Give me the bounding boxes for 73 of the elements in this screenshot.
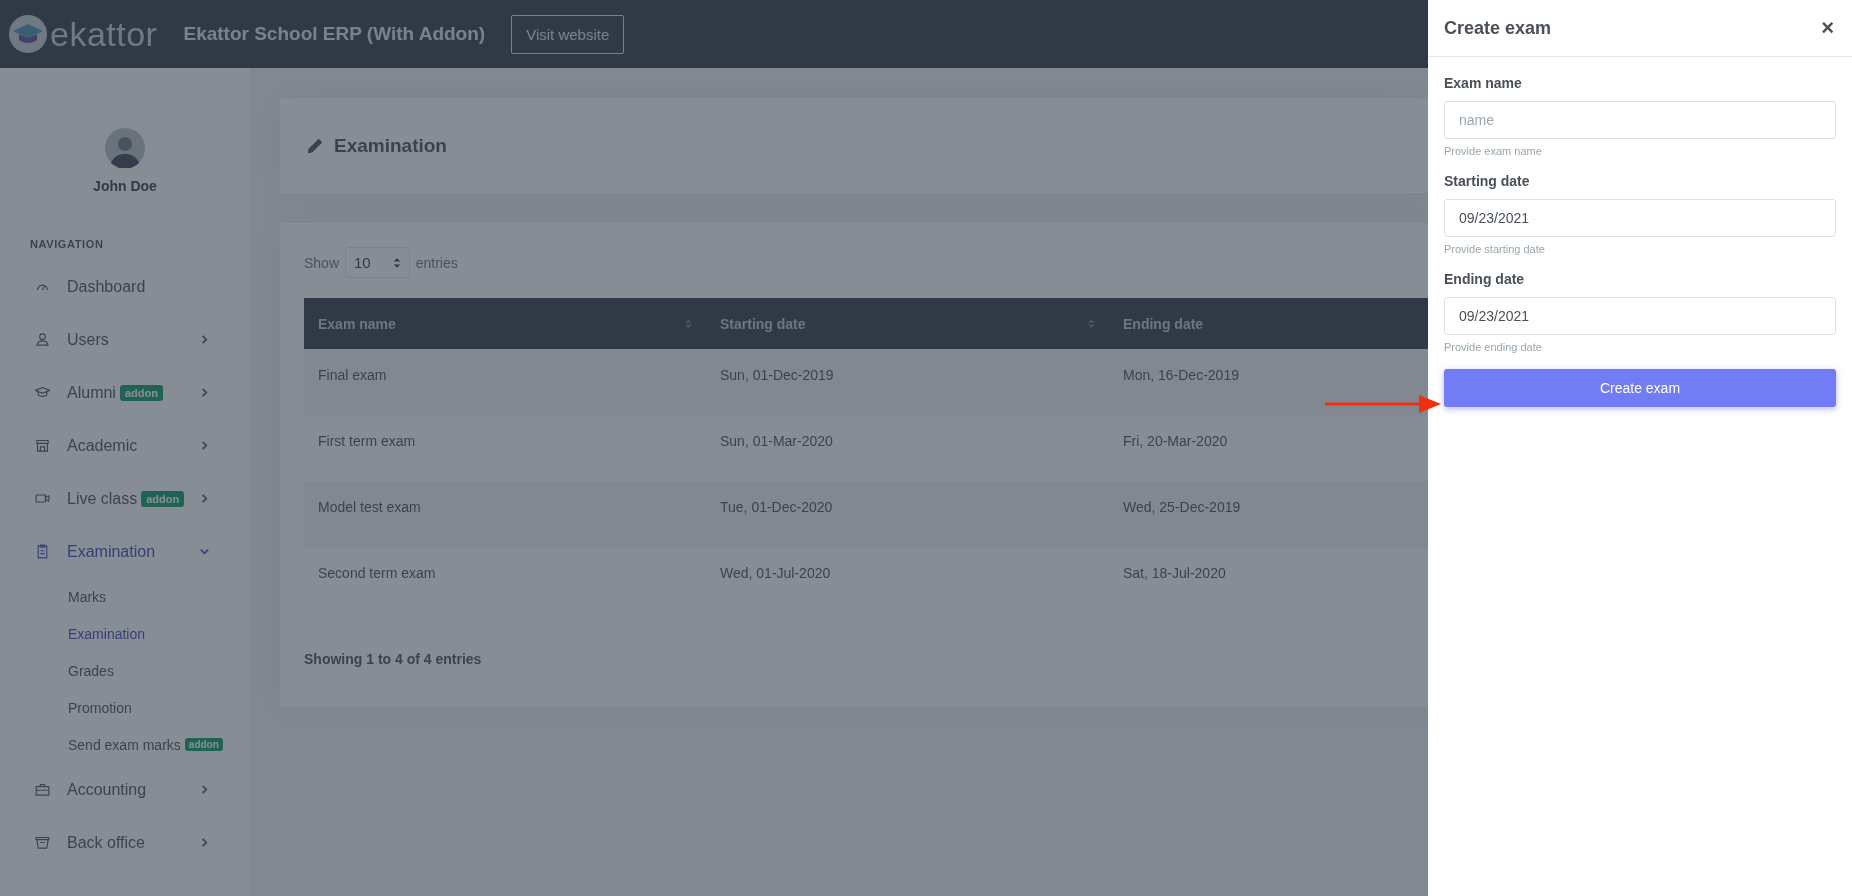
show-label: Show xyxy=(304,254,340,271)
navigation-heading: NAVIGATION xyxy=(29,237,105,252)
sub-nav-item[interactable]: Marks xyxy=(0,578,250,615)
sub-nav-label: Send exam marks xyxy=(68,736,181,753)
nav-label: Users xyxy=(67,330,109,349)
input-field[interactable]: name xyxy=(1444,101,1836,139)
nav-item[interactable]: Alumni addon xyxy=(0,366,250,419)
addon-badge: addon xyxy=(141,490,185,507)
nav-item[interactable]: Examination xyxy=(0,525,250,578)
nav-label: Live class xyxy=(67,489,138,508)
nav-label: Alumni xyxy=(67,383,116,402)
sub-nav-label: Examination xyxy=(68,625,146,642)
avatar-icon xyxy=(105,128,145,168)
help-text: Provide exam name xyxy=(1444,145,1543,157)
column-header[interactable]: Exam name xyxy=(304,298,706,349)
column-header[interactable]: Starting date xyxy=(706,298,1109,349)
column-header[interactable]: Ending date xyxy=(1109,298,1399,349)
select-arrows-icon xyxy=(392,256,401,269)
table-cell: Model test exam xyxy=(318,499,421,515)
table-cell: Second term exam xyxy=(318,565,436,581)
nav-icon xyxy=(34,834,51,851)
close-button[interactable]: × xyxy=(1817,15,1838,41)
sub-nav-item[interactable]: Grades xyxy=(0,652,250,689)
user-name: John Doe xyxy=(93,178,157,194)
field-label: Ending date xyxy=(1444,271,1526,287)
entries-label: entries xyxy=(415,254,458,271)
table-cell: Sat, 18-Jul-2020 xyxy=(1123,565,1226,581)
create-exam-button[interactable]: Create exam xyxy=(1444,369,1836,407)
table-cell: Sun, 01-Dec-2019 xyxy=(720,367,834,383)
table-cell: Fri, 20-Mar-2020 xyxy=(1123,433,1228,449)
table-info: Showing 1 to 4 of 4 entries xyxy=(304,651,483,667)
table-cell: Final exam xyxy=(318,367,387,383)
field-label: Starting date xyxy=(1444,173,1531,189)
logo-text: ekattor xyxy=(50,14,158,54)
addon-badge: addon xyxy=(184,738,223,751)
sub-nav-item[interactable]: Send exam marks addon xyxy=(0,726,250,763)
input-field[interactable]: 09/23/2021 xyxy=(1444,199,1836,237)
drawer-title: Create exam xyxy=(1444,17,1552,39)
nav-label: Accounting xyxy=(67,780,147,799)
table-cell: Wed, 01-Jul-2020 xyxy=(720,565,831,581)
nav-item[interactable]: Back office xyxy=(0,816,250,869)
nav-item[interactable]: Accounting xyxy=(0,763,250,816)
page-size-select[interactable]: 10 xyxy=(345,247,410,278)
app-title: Ekattor School ERP (With Addon) xyxy=(183,23,486,45)
nav-icon xyxy=(34,437,51,454)
help-text: Provide starting date xyxy=(1444,243,1546,255)
help-text: Provide ending date xyxy=(1444,341,1543,353)
nav-icon xyxy=(34,331,51,348)
input-field[interactable]: 09/23/2021 xyxy=(1444,297,1836,335)
field-label: Exam name xyxy=(1444,75,1523,91)
nav-label: Back office xyxy=(67,833,145,852)
table-cell: Mon, 16-Dec-2019 xyxy=(1123,367,1239,383)
sub-nav-item[interactable]: Promotion xyxy=(0,689,250,726)
nav-icon xyxy=(34,781,51,798)
table-cell: Wed, 25-Dec-2019 xyxy=(1123,499,1241,515)
nav-item[interactable]: Users xyxy=(0,313,250,366)
nav-item[interactable]: Live class addon xyxy=(0,472,250,525)
table-cell: Sun, 01-Mar-2020 xyxy=(720,433,833,449)
nav-label: Dashboard xyxy=(67,277,146,296)
sub-nav-label: Promotion xyxy=(68,699,132,716)
sub-nav-label: Grades xyxy=(68,662,114,679)
nav-label: Examination xyxy=(67,542,156,561)
table-cell: First term exam xyxy=(318,433,416,449)
sub-nav-item[interactable]: Examination xyxy=(0,615,250,652)
table-cell: Tue, 01-Dec-2020 xyxy=(720,499,833,515)
page-title: Examination xyxy=(334,134,447,157)
visit-website-button[interactable]: Visit website xyxy=(511,14,625,54)
nav-item[interactable]: Academic xyxy=(0,419,250,472)
nav-item[interactable]: Dashboard xyxy=(0,260,250,313)
sub-nav-label: Marks xyxy=(68,588,107,605)
nav-label: Academic xyxy=(67,436,138,455)
addon-badge: addon xyxy=(119,384,163,401)
graduation-cap-logo-icon xyxy=(8,14,48,54)
